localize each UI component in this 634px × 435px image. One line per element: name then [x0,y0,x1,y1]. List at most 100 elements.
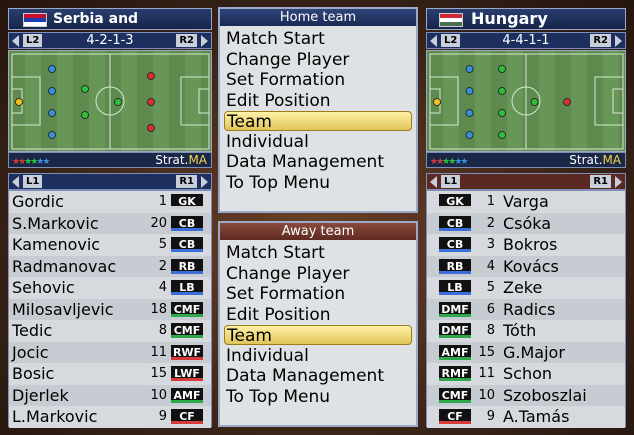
player-row[interactable]: Kamenovic 5 CB [9,234,211,256]
player-number: 5 [158,237,167,252]
player-row[interactable]: Varga 1 GK [427,191,625,213]
player-number: 20 [150,215,167,231]
player-name: Kamenovic [12,235,101,254]
player-number: 2 [158,258,167,274]
player-row[interactable]: Bokros 3 CB [427,234,625,256]
player-row[interactable]: Tedic 8 CMF [9,320,211,342]
player-name: Radics [503,299,556,319]
home-strat-value: MA [188,153,207,167]
menu-item[interactable]: Data Management [224,152,412,172]
menu-item[interactable]: Edit Position [224,91,412,111]
player-row[interactable]: Sehovic 4 LB [9,277,211,299]
away-menu-panel: Away team Match Start Change Player Set Fo… [218,221,418,427]
home-stars-icon: ★★★★★★ [12,157,50,167]
player-row[interactable]: Jocic 11 RWF [9,341,211,363]
away-r1-button[interactable]: R1 [590,175,611,188]
player-position-badge: RB [439,258,471,274]
away-list-header: L1 R1 [426,173,626,190]
player-row[interactable]: S.Markovic 20 CB [9,212,211,234]
menu-item[interactable]: Team [224,111,412,132]
away-formation-bar: L2 4-4-1-1 R2 [426,32,626,49]
player-name: Varga [503,192,549,211]
away-next-list-arrow-icon[interactable] [615,176,622,188]
menu-item[interactable]: Change Player [224,264,412,284]
player-number: 10 [150,387,167,403]
away-stars-icon: ★★★★★★ [430,157,468,167]
menu-item[interactable]: Team [224,325,412,346]
player-position-badge: CB [171,215,203,231]
player-row[interactable]: Milosavljevic 18 CMF [9,298,211,320]
home-pitch[interactable] [8,50,212,152]
player-dot [465,65,474,73]
player-name: Tedic [12,321,53,340]
menu-item[interactable]: To Top Menu [224,387,412,407]
player-position-badge: GK [171,194,203,209]
player-name: A.Tamás [503,407,570,426]
player-number: 8 [158,323,167,338]
menu-item[interactable]: Set Formation [224,284,412,304]
menu-item[interactable]: Edit Position [224,305,412,325]
player-dot [114,98,122,106]
home-prev-list-arrow-icon[interactable] [12,176,19,188]
player-dot [147,124,155,132]
menu-item[interactable]: To Top Menu [224,173,412,193]
home-menu-panel: Home team Match Start Change Player Set Fo… [218,7,418,213]
player-dot [498,65,506,73]
player-row[interactable]: Kovács 4 RB [427,255,625,277]
menu-item[interactable]: Change Player [224,50,412,70]
player-position-badge: AMF [439,344,471,360]
player-number: 2 [486,215,495,231]
home-r2-button[interactable]: R2 [176,34,197,47]
player-name: S.Markovic [12,213,99,233]
home-r1-button[interactable]: R1 [176,175,197,188]
menu-item[interactable]: Set Formation [224,70,412,90]
player-row[interactable]: Djerlek 10 AMF [9,384,211,406]
away-r2-button[interactable]: R2 [590,34,611,47]
player-row[interactable]: Tóth 8 DMF [427,320,625,342]
home-player-list: Gordic 1 GK S.Markovic 20 CB Kamenovic 5 CB Radma… [8,190,212,428]
player-position-badge: GK [439,194,471,209]
player-row[interactable]: Bosic 15 LWF [9,363,211,385]
menu-item[interactable]: Match Start [224,29,412,49]
player-row[interactable]: Schon 11 RMF [427,363,625,385]
home-next-list-arrow-icon[interactable] [201,176,208,188]
player-row[interactable]: G.Major 15 AMF [427,341,625,363]
away-team-name: Hungary [471,9,548,28]
player-row[interactable]: Szoboszlai 10 CMF [427,384,625,406]
player-name: Sehovic [12,278,75,297]
away-next-formation-arrow-icon[interactable] [615,35,622,47]
menu-item[interactable]: Individual [224,132,412,152]
menu-item[interactable]: Data Management [224,366,412,386]
player-position-badge: RWF [171,344,203,360]
player-name: Djerlek [12,385,69,405]
player-row[interactable]: L.Markovic 9 CF [9,406,211,428]
player-row[interactable]: Csóka 2 CB [427,212,625,234]
player-number: 11 [478,366,495,381]
player-number: 9 [158,409,167,424]
menu-item[interactable]: Individual [224,346,412,366]
player-name: Kovács [503,256,559,276]
away-strategy: Strat.MA [569,153,621,167]
away-team-header: Hungary [426,8,626,30]
player-row[interactable]: Radics 6 DMF [427,298,625,320]
player-position-badge: AMF [171,387,203,403]
away-menu-title: Away team [220,223,416,240]
player-dot [530,98,539,106]
away-pitch[interactable] [426,50,626,152]
away-l1-button[interactable]: L1 [441,175,461,188]
player-number: 6 [486,301,495,317]
player-number: 3 [486,237,495,252]
player-position-badge: CMF [171,323,203,338]
home-l1-button[interactable]: L1 [23,175,43,188]
player-row[interactable]: A.Tamás 9 CF [427,406,625,428]
player-row[interactable]: Zeke 5 LB [427,277,625,299]
menu-item[interactable]: Match Start [224,243,412,263]
away-prev-list-arrow-icon[interactable] [430,176,437,188]
home-next-formation-arrow-icon[interactable] [201,35,208,47]
home-menu-title: Home team [220,9,416,26]
player-name: G.Major [503,342,565,362]
player-name: Bokros [503,235,558,254]
player-position-badge: LB [171,280,203,295]
player-row[interactable]: Gordic 1 GK [9,191,211,213]
player-row[interactable]: Radmanovac 2 RB [9,255,211,277]
